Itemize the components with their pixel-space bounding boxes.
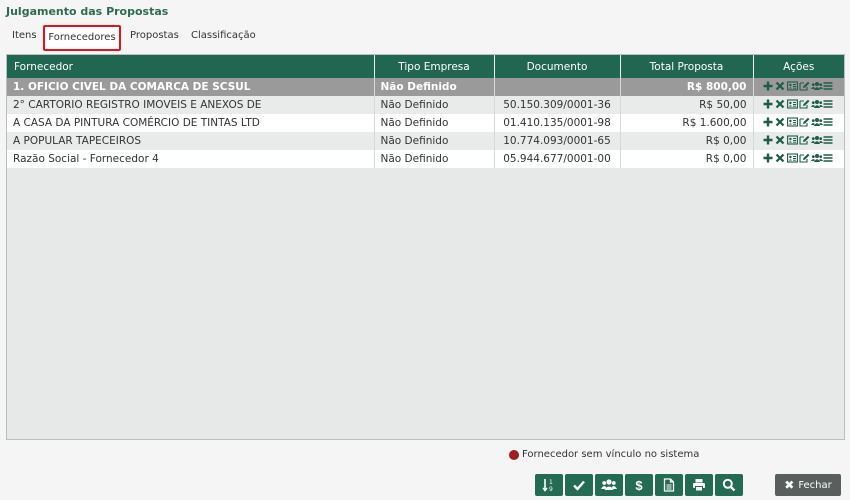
suppliers-grid: Fornecedor Tipo Empresa Documento Total … [6, 54, 845, 440]
col-header-tipo-empresa[interactable]: Tipo Empresa [374, 55, 495, 78]
remove-icon[interactable] [775, 117, 786, 129]
edit-icon[interactable] [799, 153, 810, 165]
users-icon[interactable] [811, 81, 824, 93]
cell-tipo-empresa: Não Definido [374, 78, 495, 96]
cell-tipo-empresa: Não Definido [374, 114, 495, 132]
cell-acoes [753, 78, 844, 96]
cell-acoes [753, 96, 844, 114]
legend: Fornecedor sem vínculo no sistema [509, 449, 699, 460]
tab-classificacao[interactable]: Classificação [191, 25, 256, 49]
users-icon[interactable] [811, 135, 824, 147]
close-button-label: Fechar [798, 479, 832, 491]
legend-dot-icon [509, 449, 519, 460]
id-card-icon[interactable] [787, 135, 799, 147]
edit-icon[interactable] [799, 81, 810, 93]
cell-fornecedor: Razão Social - Fornecedor 4 [7, 150, 375, 168]
legend-text: Fornecedor sem vínculo no sistema [522, 449, 700, 460]
dollar-button[interactable]: $ [625, 474, 653, 496]
suppliers-table: Fornecedor Tipo Empresa Documento Total … [7, 55, 844, 168]
cell-acoes [753, 150, 844, 168]
menu-icon[interactable] [823, 117, 834, 129]
menu-icon[interactable] [823, 153, 834, 165]
id-card-icon[interactable] [787, 117, 799, 129]
page-title: Julgamento das Propostas [6, 5, 169, 18]
table-body: 1. OFICIO CIVEL DA COMARCA DE SCSUL Não D… [7, 78, 844, 168]
table-row[interactable]: Razão Social - Fornecedor 4 Não Definido 0… [7, 150, 844, 168]
menu-icon[interactable] [823, 99, 834, 111]
cell-total-proposta: R$ 0,00 [620, 132, 754, 150]
menu-icon[interactable] [823, 135, 834, 147]
edit-icon[interactable] [799, 135, 810, 147]
cell-acoes [753, 132, 844, 150]
tab-fornecedores[interactable]: Fornecedores [43, 25, 121, 51]
remove-icon[interactable] [775, 135, 786, 147]
cell-tipo-empresa: Não Definido [374, 132, 495, 150]
dollar-icon: $ [635, 477, 643, 493]
edit-icon[interactable] [799, 99, 810, 111]
cell-total-proposta: R$ 1.600,00 [620, 114, 754, 132]
col-header-documento[interactable]: Documento [494, 55, 621, 78]
plus-icon[interactable] [763, 117, 774, 129]
id-card-icon[interactable] [787, 99, 799, 111]
cell-fornecedor: A POPULAR TAPECEIROS [7, 132, 375, 150]
svg-text:9: 9 [549, 486, 553, 492]
search-button[interactable] [715, 474, 743, 496]
print-icon [693, 479, 705, 492]
users-icon[interactable] [811, 99, 824, 111]
cell-tipo-empresa: Não Definido [374, 150, 495, 168]
cell-total-proposta: R$ 0,00 [620, 150, 754, 168]
svg-text:1: 1 [549, 479, 553, 486]
cell-documento: 10.774.093/0001-65 [494, 132, 621, 150]
remove-icon[interactable] [775, 153, 786, 165]
plus-icon[interactable] [763, 153, 774, 165]
cell-fornecedor: 1. OFICIO CIVEL DA COMARCA DE SCSUL [7, 78, 375, 96]
sort-numeric-button[interactable]: 1 9 [535, 474, 563, 496]
cell-documento [494, 78, 621, 96]
close-icon: ✖ [784, 478, 795, 492]
check-icon [573, 480, 585, 491]
id-card-icon[interactable] [787, 153, 799, 165]
menu-icon[interactable] [823, 81, 834, 93]
cell-total-proposta: R$ 50,00 [620, 96, 754, 114]
id-card-icon[interactable] [787, 81, 799, 93]
cell-fornecedor: A CASA DA PINTURA COMÉRCIO DE TINTAS LTD [7, 114, 375, 132]
users-button[interactable] [595, 474, 623, 496]
tab-itens[interactable]: Itens [12, 25, 37, 49]
table-row[interactable]: 1. OFICIO CIVEL DA COMARCA DE SCSUL Não D… [7, 78, 844, 96]
plus-icon[interactable] [763, 81, 774, 93]
cell-tipo-empresa: Não Definido [374, 96, 495, 114]
document-icon [663, 478, 675, 492]
col-header-total-proposta[interactable]: Total Proposta [620, 55, 754, 78]
cell-documento: 50.150.309/0001-36 [494, 96, 621, 114]
users-icon [601, 479, 617, 490]
cell-fornecedor: 2° CARTORIO REGISTRO IMOVEIS E ANEXOS DE [7, 96, 375, 114]
col-header-acoes: Ações [753, 55, 844, 78]
print-button[interactable] [685, 474, 713, 496]
col-header-fornecedor[interactable]: Fornecedor [7, 55, 375, 78]
edit-icon[interactable] [799, 117, 810, 129]
sort-numeric-icon: 1 9 [542, 479, 553, 492]
document-button[interactable] [655, 474, 683, 496]
plus-icon[interactable] [763, 99, 774, 111]
users-icon[interactable] [811, 153, 824, 165]
table-row[interactable]: A CASA DA PINTURA COMÉRCIO DE TINTAS LTD… [7, 114, 844, 132]
close-button[interactable]: ✖ Fechar [775, 474, 841, 496]
cell-total-proposta: R$ 800,00 [620, 78, 754, 96]
remove-icon[interactable] [775, 81, 786, 93]
cell-documento: 05.944.677/0001-00 [494, 150, 621, 168]
users-icon[interactable] [811, 117, 824, 129]
confirm-button[interactable] [565, 474, 593, 496]
cell-acoes [753, 114, 844, 132]
table-row[interactable]: 2° CARTORIO REGISTRO IMOVEIS E ANEXOS DE… [7, 96, 844, 114]
table-header-row: Fornecedor Tipo Empresa Documento Total … [7, 55, 844, 78]
search-icon [722, 478, 736, 492]
cell-documento: 01.410.135/0001-98 [494, 114, 621, 132]
plus-icon[interactable] [763, 135, 774, 147]
table-row[interactable]: A POPULAR TAPECEIROS Não Definido 10.774.0… [7, 132, 844, 150]
tab-propostas[interactable]: Propostas [130, 25, 179, 49]
remove-icon[interactable] [775, 99, 786, 111]
